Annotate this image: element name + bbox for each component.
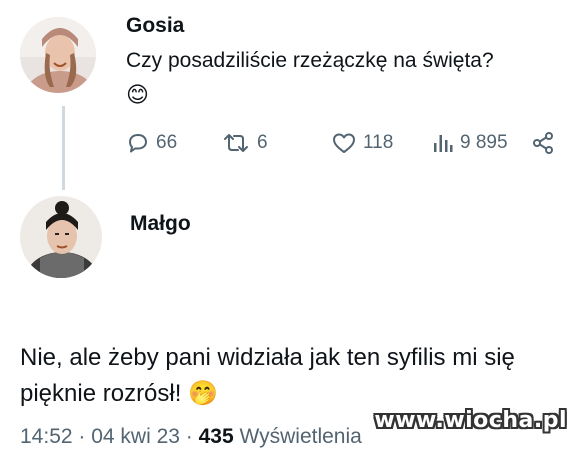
reply-views-label: Wyświetlenia bbox=[233, 425, 362, 448]
reply-count: 66 bbox=[156, 132, 178, 153]
share-icon bbox=[533, 132, 553, 154]
reply-text: Nie, ale żeby pani widziała jak ten syfi… bbox=[20, 344, 515, 407]
reply-icon bbox=[129, 134, 147, 153]
watermark: www.wiocha.pl bbox=[374, 408, 567, 433]
like-count: 118 bbox=[363, 132, 394, 153]
repost-icon bbox=[224, 134, 248, 152]
profile-photo-icon bbox=[20, 17, 96, 93]
reply-views-count: 435 bbox=[198, 425, 234, 448]
views-button[interactable]: 9 895 bbox=[432, 128, 508, 158]
avatar[interactable] bbox=[20, 17, 96, 93]
post-action-bar: 66 6 118 9 895 bbox=[126, 128, 556, 158]
views-chart-icon bbox=[434, 135, 453, 152]
post-text: Czy posadziliście rzeżączkę na święta? bbox=[126, 49, 494, 72]
views-count: 9 895 bbox=[460, 132, 508, 153]
avatar[interactable] bbox=[20, 196, 102, 278]
reply-timestamp-line: 14:52 · 04 kwi 23 · 435 Wyświetlenia bbox=[20, 425, 362, 449]
reply-timestamp[interactable]: 14:52 · 04 kwi 23 · bbox=[20, 425, 199, 448]
profile-photo-icon bbox=[20, 196, 102, 278]
post-emoji: 😊 bbox=[126, 82, 149, 107]
reply-author-name[interactable]: Małgo bbox=[130, 212, 191, 236]
post-author-name[interactable]: Gosia bbox=[126, 14, 184, 38]
repost-count: 6 bbox=[257, 132, 268, 153]
share-button[interactable] bbox=[531, 128, 561, 158]
repost-button[interactable]: 6 bbox=[221, 128, 268, 158]
reply-button[interactable]: 66 bbox=[126, 128, 177, 158]
reply-emoji: 🤭 bbox=[188, 380, 218, 407]
like-button[interactable]: 118 bbox=[331, 128, 393, 158]
heart-icon bbox=[333, 133, 355, 153]
thread-connector-line bbox=[62, 106, 65, 190]
reply-text-block: Nie, ale żeby pani widziała jak ten syfi… bbox=[20, 340, 565, 412]
